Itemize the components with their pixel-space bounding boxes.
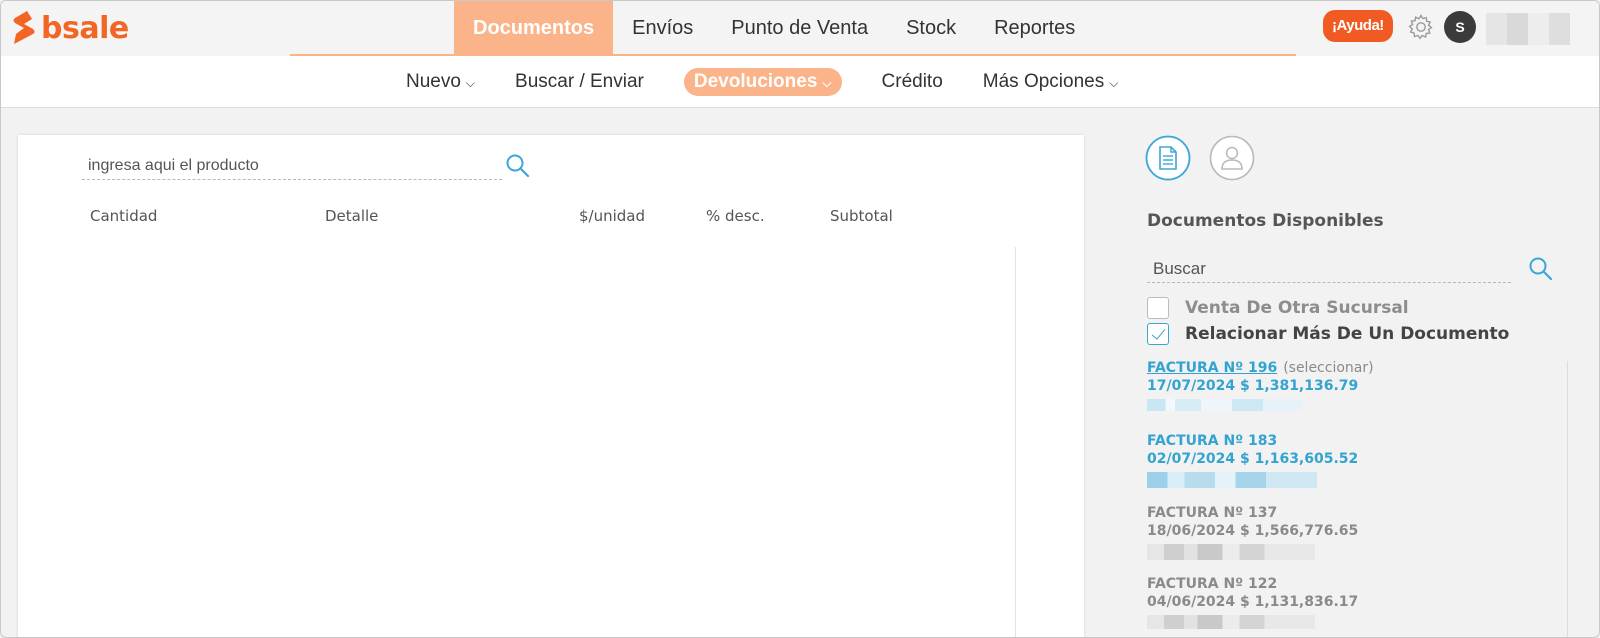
blurred-user-name[interactable] [1486,13,1570,45]
column-subtotal: Subtotal [830,207,893,225]
checkbox-relacionar-documentos[interactable]: Relacionar Más De Un Documento [1147,323,1509,345]
subnav-buscar-enviar[interactable]: Buscar / Enviar [515,68,644,96]
search-icon[interactable] [1527,255,1555,283]
checkbox-checked[interactable] [1147,323,1169,345]
app-window: bsale Documentos Envíos Punto de Venta S… [0,0,1600,638]
subnav-mas-opciones-label: Más Opciones [982,71,1105,92]
table-header: Cantidad Detalle $/unidad % desc. Subtot… [18,207,1084,231]
sub-nav: Nuevo ⌵ Buscar / Enviar Devoluciones ⌵ C… [406,68,1158,96]
bsale-logo-icon [13,11,35,44]
gear-icon[interactable] [1407,13,1435,41]
document-icon[interactable] [1145,135,1191,181]
column-precio-unidad: $/unidad [579,207,646,225]
subnav-buscar-enviar-label: Buscar / Enviar [515,71,644,92]
product-search-input[interactable] [82,152,502,180]
document-date-amount: 17/07/2024 $ 1,381,136.79 [1147,378,1359,394]
checkbox-venta-otra-sucursal[interactable]: Venta De Otra Sucursal [1147,297,1409,319]
user-avatar[interactable]: S [1444,11,1476,43]
list-item[interactable]: FACTURA Nº 122 04/06/2024 $ 1,131,836.17 [1147,575,1547,629]
document-title[interactable]: FACTURA Nº 122 [1147,575,1547,593]
select-document-link[interactable]: (seleccionar) [1283,360,1373,376]
subnav-devoluciones-label: Devoluciones [693,71,818,92]
document-date-amount: 18/06/2024 $ 1,566,776.65 [1147,523,1359,539]
subnav-credito-label: Crédito [881,71,943,92]
document-date-amount: 04/06/2024 $ 1,131,836.17 [1147,594,1359,610]
chevron-down-icon: ⌵ [1109,75,1119,90]
documents-search-input[interactable] [1147,255,1511,283]
subnav-credito[interactable]: Crédito [882,68,943,96]
bsale-logo[interactable]: bsale [11,9,129,47]
brand-name: bsale [41,10,129,46]
nav-envios[interactable]: Envíos [613,1,712,55]
document-link[interactable]: FACTURA Nº 196 [1147,360,1277,376]
blurred-client-name [1147,472,1317,488]
list-item[interactable]: FACTURA Nº 183 02/07/2024 $ 1,163,605.52 [1147,432,1547,488]
nav-documentos[interactable]: Documentos [454,1,614,55]
column-descuento: % desc. [706,207,765,225]
checkbox-label: Venta De Otra Sucursal [1185,298,1409,318]
subnav-mas-opciones[interactable]: Más Opciones ⌵ [983,68,1119,96]
column-detalle: Detalle [325,207,379,225]
list-item[interactable]: FACTURA Nº 196 (seleccionar) 17/07/2024 $… [1147,359,1547,411]
checkbox-unchecked[interactable] [1147,297,1169,319]
nav-stock[interactable]: Stock [887,1,975,55]
blurred-client-name [1147,544,1315,560]
sub-navbar: Nuevo ⌵ Buscar / Enviar Devoluciones ⌵ C… [1,56,1599,108]
help-button[interactable]: ¡Ayuda! [1323,10,1393,42]
documents-title: Documentos Disponibles [1147,211,1384,231]
chevron-down-icon: ⌵ [465,75,476,90]
subnav-nuevo[interactable]: Nuevo ⌵ [406,68,475,96]
checkbox-label: Relacionar Más De Un Documento [1185,324,1510,344]
document-date-amount: 02/07/2024 $ 1,163,605.52 [1147,451,1359,467]
top-navbar: bsale Documentos Envíos Punto de Venta S… [1,1,1599,56]
blurred-client-name [1147,399,1302,411]
subnav-devoluciones[interactable]: Devoluciones ⌵ [683,68,842,96]
chevron-down-icon: ⌵ [822,75,832,90]
user-icon[interactable] [1209,135,1255,181]
document-title[interactable]: FACTURA Nº 183 [1147,432,1547,450]
document-title[interactable]: FACTURA Nº 137 [1147,504,1547,522]
search-icon[interactable] [504,152,532,180]
nav-reportes[interactable]: Reportes [975,1,1094,55]
table-divider [1015,247,1016,637]
main-nav: Documentos Envíos Punto de Venta Stock R… [454,1,1094,55]
column-cantidad: Cantidad [90,207,158,225]
product-panel: Cantidad Detalle $/unidad % desc. Subtot… [18,135,1084,637]
scrollbar-track[interactable] [1567,361,1568,637]
list-item[interactable]: FACTURA Nº 137 18/06/2024 $ 1,566,776.65 [1147,504,1547,560]
nav-punto-de-venta[interactable]: Punto de Venta [712,1,887,55]
subnav-nuevo-label: Nuevo [406,71,461,92]
blurred-client-name [1147,615,1315,629]
